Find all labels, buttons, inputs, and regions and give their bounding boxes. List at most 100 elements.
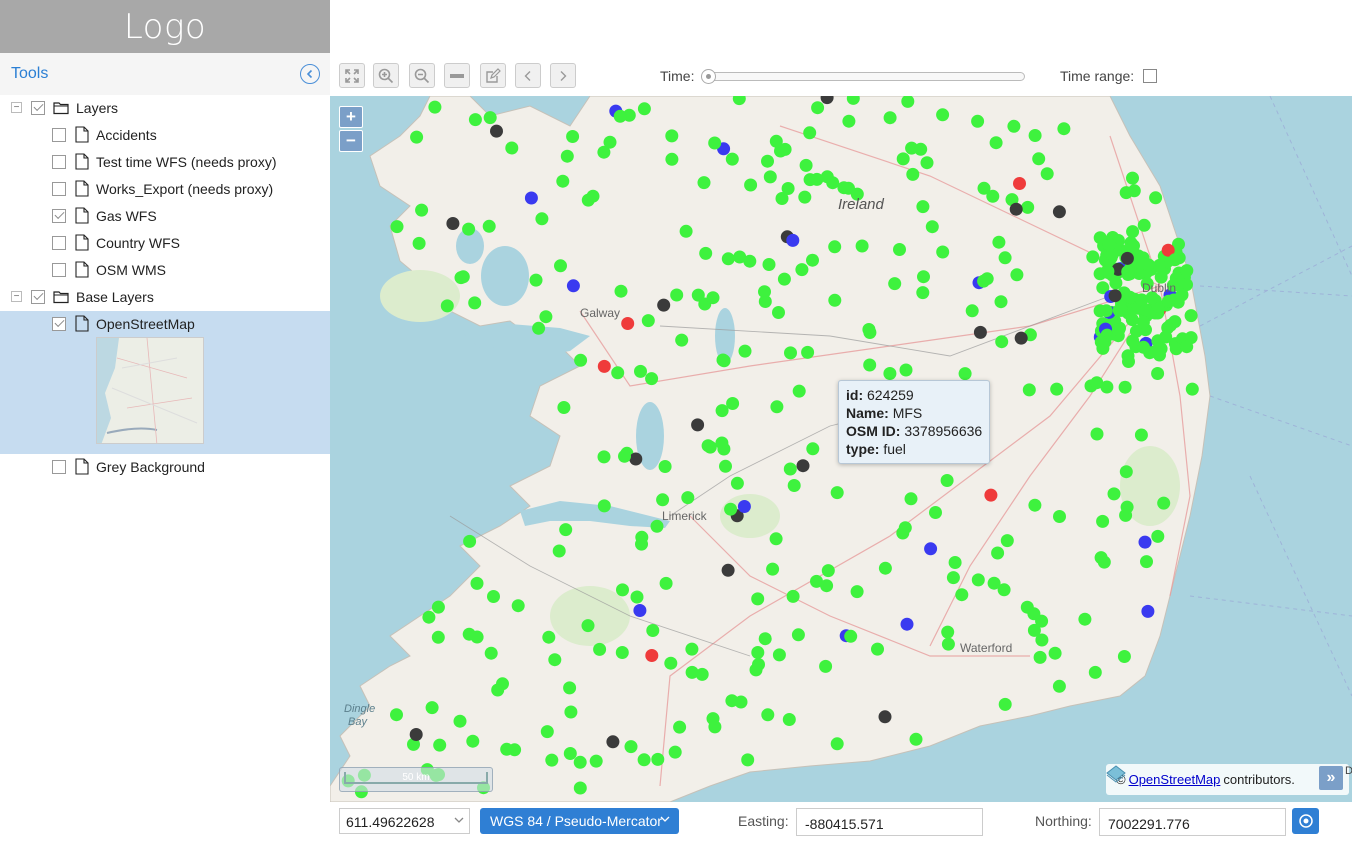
fuel-marker[interactable] (878, 561, 892, 575)
fuel-marker[interactable] (614, 284, 628, 298)
dark-marker[interactable] (446, 217, 460, 230)
fuel-marker[interactable] (766, 562, 780, 576)
fuel-marker[interactable] (685, 642, 699, 656)
fuel-marker[interactable] (899, 363, 913, 377)
fuel-marker[interactable] (556, 174, 570, 188)
fuel-marker[interactable] (772, 306, 785, 319)
fuel-marker[interactable] (557, 401, 571, 414)
checkbox-base-layers-group[interactable] (31, 289, 45, 304)
fuel-marker[interactable] (552, 544, 566, 558)
fuel-marker[interactable] (675, 333, 689, 347)
checkbox-gas-wfs[interactable] (52, 208, 66, 223)
zoom-in-tool-button[interactable] (373, 63, 399, 88)
fuel-marker[interactable] (500, 742, 514, 756)
fuel-marker[interactable] (681, 491, 695, 505)
fuel-marker[interactable] (431, 630, 445, 644)
northing-input[interactable]: 7002291.776 (1099, 808, 1286, 836)
blue-marker[interactable] (737, 500, 751, 513)
fuel-marker[interactable] (777, 272, 791, 286)
fuel-marker[interactable] (554, 259, 567, 273)
go-to-coordinate-button[interactable] (1292, 808, 1319, 834)
fuel-marker[interactable] (810, 172, 824, 186)
dark-marker[interactable] (1014, 331, 1028, 345)
fuel-marker[interactable] (1162, 294, 1175, 308)
fuel-marker[interactable] (597, 145, 611, 159)
fuel-marker[interactable] (909, 732, 923, 746)
fuel-marker[interactable] (1090, 376, 1104, 390)
fuel-marker[interactable] (656, 493, 670, 507)
fuel-marker[interactable] (810, 574, 823, 588)
fuel-marker[interactable] (917, 270, 930, 284)
fuel-marker[interactable] (1120, 500, 1134, 514)
fuel-marker[interactable] (491, 683, 505, 697)
fuel-marker[interactable] (896, 152, 910, 166)
fuel-marker[interactable] (830, 737, 844, 751)
fuel-marker[interactable] (646, 624, 660, 637)
fuel-marker[interactable] (453, 714, 467, 728)
fuel-marker[interactable] (468, 113, 482, 127)
fuel-marker[interactable] (637, 753, 651, 767)
fuel-marker[interactable] (679, 224, 693, 238)
fuel-marker[interactable] (830, 486, 844, 500)
blue-marker[interactable] (1141, 604, 1155, 618)
fuel-marker[interactable] (916, 286, 930, 300)
fuel-marker[interactable] (415, 203, 429, 217)
fuel-marker[interactable] (719, 459, 732, 473)
dark-marker[interactable] (1120, 251, 1134, 265)
fuel-marker[interactable] (1151, 367, 1165, 380)
fuel-marker[interactable] (545, 753, 559, 767)
fuel-marker[interactable] (842, 114, 856, 128)
fuel-marker[interactable] (468, 296, 482, 310)
dark-marker[interactable] (973, 325, 987, 339)
fuel-marker[interactable] (799, 158, 813, 172)
fuel-marker[interactable] (948, 556, 962, 569)
fuel-marker[interactable] (1149, 191, 1163, 205)
fuel-marker[interactable] (634, 364, 647, 378)
fuel-marker[interactable] (470, 576, 484, 590)
fuel-marker[interactable] (1184, 309, 1198, 323)
fuel-marker[interactable] (1161, 321, 1175, 335)
fuel-marker[interactable] (1126, 225, 1140, 239)
checkbox-country-wfs[interactable] (52, 235, 66, 250)
fuel-marker[interactable] (883, 367, 897, 380)
fuel-marker[interactable] (863, 358, 877, 372)
fuel-marker[interactable] (1050, 382, 1064, 396)
fuel-marker[interactable] (586, 189, 600, 203)
fuel-marker[interactable] (1035, 633, 1049, 647)
fuel-marker[interactable] (483, 111, 497, 125)
easting-input[interactable]: -880415.571 (796, 808, 983, 836)
fuel-marker[interactable] (1033, 650, 1047, 664)
fuel-marker[interactable] (1134, 428, 1148, 442)
fuel-marker[interactable] (792, 384, 806, 398)
fuel-marker[interactable] (597, 499, 611, 513)
fuel-marker[interactable] (734, 695, 748, 709)
fuel-marker[interactable] (837, 181, 851, 195)
fuel-marker[interactable] (539, 310, 553, 324)
scale-select[interactable]: 611.49622628 (339, 808, 470, 834)
fuel-marker[interactable] (936, 108, 950, 122)
fuel-marker[interactable] (665, 129, 679, 143)
dark-marker[interactable] (409, 728, 423, 741)
dark-marker[interactable] (490, 124, 503, 138)
fuel-marker[interactable] (697, 176, 711, 190)
tree-item-gas-wfs[interactable]: Gas WFS (0, 202, 330, 229)
fuel-marker[interactable] (1140, 555, 1153, 569)
fuel-marker[interactable] (1126, 171, 1139, 185)
fuel-marker[interactable] (1123, 290, 1137, 304)
fuel-marker[interactable] (425, 701, 439, 715)
dark-marker[interactable] (1052, 205, 1066, 219)
fuel-marker[interactable] (706, 291, 720, 305)
fuel-marker[interactable] (1078, 612, 1092, 626)
fuel-marker[interactable] (1122, 355, 1135, 368)
fuel-marker[interactable] (532, 321, 546, 335)
red-marker[interactable] (984, 488, 998, 502)
checkbox-osm-wms[interactable] (52, 262, 66, 277)
fuel-marker[interactable] (563, 681, 577, 695)
fuel-marker[interactable] (637, 102, 651, 116)
map-zoom-in-button[interactable]: + (339, 106, 363, 128)
fuel-marker[interactable] (946, 571, 960, 585)
edit-button[interactable] (480, 63, 506, 88)
fuel-marker[interactable] (651, 752, 665, 766)
fuel-marker[interactable] (1007, 119, 1021, 133)
dark-marker[interactable] (1009, 202, 1023, 216)
